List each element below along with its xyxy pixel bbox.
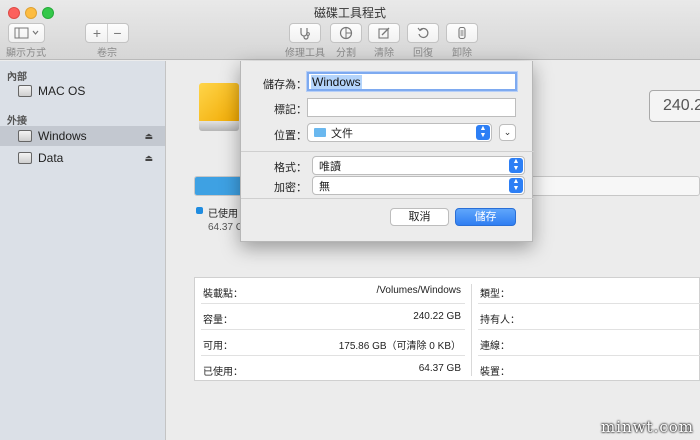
- first-aid-button[interactable]: [289, 23, 321, 43]
- capacity-display: 240.2: [649, 90, 700, 122]
- info-value: 175.86 GB（可清除 0 KB）: [338, 341, 461, 352]
- info-key: 持有人：: [480, 315, 520, 326]
- info-key: 連線：: [480, 341, 510, 352]
- encryption-label: 加密：: [274, 182, 307, 194]
- info-key: 類型：: [480, 289, 510, 300]
- info-key: 可用：: [203, 341, 233, 352]
- unmount-button[interactable]: [446, 23, 478, 43]
- view-menu-label: 顯示方式: [6, 48, 46, 59]
- tags-label: 標記：: [274, 104, 307, 116]
- sidebar-item-windows[interactable]: Windows ⏏: [0, 126, 165, 146]
- volume-label: 卷宗: [97, 48, 117, 59]
- restore-icon: [417, 27, 429, 38]
- erase-button[interactable]: [368, 23, 400, 43]
- cancel-button[interactable]: 取消: [390, 208, 449, 226]
- info-value: /Volumes/Windows: [376, 285, 461, 296]
- where-value: 文件: [331, 127, 353, 140]
- volume-segment: + −: [85, 23, 129, 43]
- format-popup[interactable]: 唯讀 ▲ ▼: [312, 156, 525, 175]
- unmount-label: 卸除: [452, 48, 472, 59]
- sidebar-item-data[interactable]: Data ⏏: [0, 148, 165, 168]
- format-label: 格式：: [274, 162, 307, 174]
- popup-arrows-icon: ▲ ▼: [509, 158, 523, 173]
- window-title: 磁碟工具程式: [313, 6, 386, 20]
- popup-arrows-icon: ▲ ▼: [476, 125, 490, 140]
- info-key: 容量：: [203, 315, 233, 326]
- save-as-value: Windows: [311, 75, 362, 89]
- info-key: 已使用：: [203, 367, 243, 378]
- save-button[interactable]: 儲存: [455, 208, 516, 226]
- sidebar-toggle-icon: [14, 27, 38, 39]
- where-label: 位置：: [274, 130, 307, 142]
- info-key: 裝置：: [480, 367, 510, 378]
- save-image-dialog: 儲存為： Windows 標記： 位置： 文件 ▲ ▼ ⌄ 格式： 唯讀 ▲ ▼ 加…: [240, 61, 534, 242]
- encryption-value: 無: [319, 180, 330, 193]
- encryption-popup[interactable]: 無 ▲ ▼: [312, 176, 525, 195]
- used-legend-swatch: [196, 207, 203, 214]
- sidebar-item-label: Windows: [38, 129, 87, 143]
- remove-volume-button[interactable]: −: [107, 24, 127, 42]
- info-row: 已使用： 64.37 GB 裝置：: [195, 356, 700, 382]
- sidebar: 內部 MAC OS 外接 Windows ⏏ Data ⏏: [0, 61, 166, 440]
- info-row: 容量： 240.22 GB 持有人：: [195, 304, 700, 330]
- erase-icon: [378, 27, 390, 39]
- save-as-field[interactable]: Windows: [307, 72, 517, 91]
- restore-button[interactable]: [407, 23, 439, 43]
- used-legend-label: 已使用: [208, 209, 238, 220]
- partition-button[interactable]: [330, 23, 362, 43]
- info-row: 可用： 175.86 GB（可清除 0 KB） 連線：: [195, 330, 700, 356]
- eject-icon[interactable]: ⏏: [144, 153, 153, 164]
- internal-disk-icon: [18, 85, 32, 97]
- info-value: 64.37 GB: [418, 363, 461, 374]
- external-disk-icon: [18, 130, 32, 142]
- sidebar-item-label: MAC OS: [38, 84, 86, 98]
- sidebar-item-macos[interactable]: MAC OS: [0, 81, 165, 101]
- stethoscope-icon: [300, 28, 310, 40]
- titlebar: 磁碟工具程式 顯示方式 + − 卷宗 修理工具 分割 清除 回復 卸除: [0, 0, 700, 60]
- add-volume-button[interactable]: +: [87, 24, 107, 42]
- view-menu-button[interactable]: [8, 23, 45, 43]
- used-legend-size: 64.37 G: [208, 222, 244, 233]
- popup-arrows-icon: ▲ ▼: [509, 178, 523, 193]
- format-value: 唯讀: [319, 160, 341, 173]
- expand-dialog-button[interactable]: ⌄: [499, 124, 516, 141]
- eject-icon[interactable]: ⏏: [144, 131, 153, 142]
- info-row: 裝載點： /Volumes/Windows 類型：: [195, 278, 700, 304]
- partition-icon: [339, 26, 353, 40]
- folder-icon: [314, 128, 326, 137]
- watermark: minwt.com: [601, 418, 694, 436]
- save-as-label: 儲存為：: [263, 79, 307, 91]
- unmount-icon: [458, 26, 466, 40]
- info-key: 裝載點：: [203, 289, 243, 300]
- external-disk-icon: [18, 152, 32, 164]
- sidebar-section-external: 外接: [7, 116, 27, 127]
- info-value: 240.22 GB: [413, 311, 461, 322]
- sidebar-item-label: Data: [38, 151, 64, 165]
- volume-disk-icon: [199, 83, 239, 131]
- volume-info-table: 裝載點： /Volumes/Windows 類型： 容量： 240.22 GB …: [194, 277, 700, 381]
- tags-field[interactable]: [307, 98, 516, 117]
- where-popup[interactable]: 文件 ▲ ▼: [307, 123, 492, 142]
